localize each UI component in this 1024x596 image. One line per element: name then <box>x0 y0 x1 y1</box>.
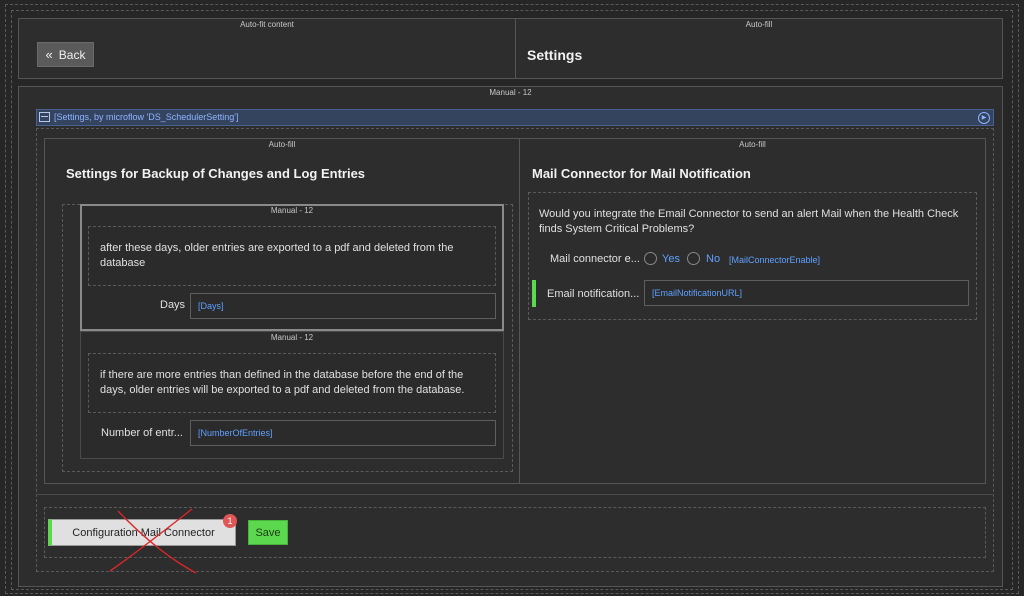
back-button-label: Back <box>58 47 86 62</box>
mail-section-title: Mail Connector for Mail Notification <box>532 166 751 181</box>
save-button-label: Save <box>255 526 281 539</box>
page-title: Settings <box>527 47 583 63</box>
top-left-cell: Auto-fit content « Back <box>18 18 516 79</box>
mail-enable-label: Mail connector e... <box>550 253 640 265</box>
mail-enable-attribute: [MailConnectorEnable] <box>729 255 821 265</box>
layout-caption: Auto-fill <box>268 140 296 149</box>
play-circle-icon[interactable]: ▶ <box>978 112 990 124</box>
layout-caption: Auto-fill <box>745 20 773 29</box>
yes-radio[interactable] <box>644 252 657 265</box>
layout-caption: Manual - 12 <box>270 206 314 215</box>
validation-marker <box>532 280 536 307</box>
footer-divider <box>36 494 994 495</box>
backup-section-title: Settings for Backup of Changes and Log E… <box>66 166 366 181</box>
notification-badge-count: 1 <box>227 516 233 526</box>
layout-caption: Auto-fit content <box>240 20 294 29</box>
layout-caption: Manual - 12 <box>489 88 532 97</box>
layout-caption: Auto-fill <box>739 140 766 149</box>
dataview-icon <box>39 112 50 122</box>
entries-description: if there are more entries than defined i… <box>100 369 465 396</box>
email-url-input[interactable]: [EmailNotificationURL] <box>644 280 969 306</box>
layout-caption: Manual - 12 <box>270 333 314 342</box>
email-url-input-value: [EmailNotificationURL] <box>652 288 743 298</box>
save-button[interactable]: Save <box>248 520 288 545</box>
email-url-label: Email notification... <box>547 288 640 300</box>
entries-label: Number of entr... <box>101 427 183 439</box>
top-right-cell: Auto-fill Settings <box>515 18 1003 79</box>
days-input-value: [Days] <box>198 301 224 311</box>
days-label: Days <box>160 299 186 311</box>
back-button[interactable]: « Back <box>37 42 94 67</box>
no-radio[interactable] <box>687 252 700 265</box>
no-radio-label[interactable]: No <box>706 253 720 265</box>
yes-radio-label[interactable]: Yes <box>662 253 680 265</box>
notification-badge: 1 <box>223 514 237 528</box>
entries-input[interactable]: [NumberOfEntries] <box>190 420 496 446</box>
days-description: after these days, older entries are expo… <box>100 242 454 269</box>
mail-question: Would you integrate the Email Connector … <box>539 208 959 235</box>
dataview-label: [Settings, by microflow 'DS_SchedulerSet… <box>54 112 239 122</box>
dataview-header: [Settings, by microflow 'DS_SchedulerSet… <box>36 109 994 126</box>
days-input[interactable]: [Days] <box>190 293 496 319</box>
entries-input-value: [NumberOfEntries] <box>198 428 273 438</box>
double-chevron-left-icon: « <box>45 47 53 62</box>
strike-x-annotation <box>109 508 197 574</box>
